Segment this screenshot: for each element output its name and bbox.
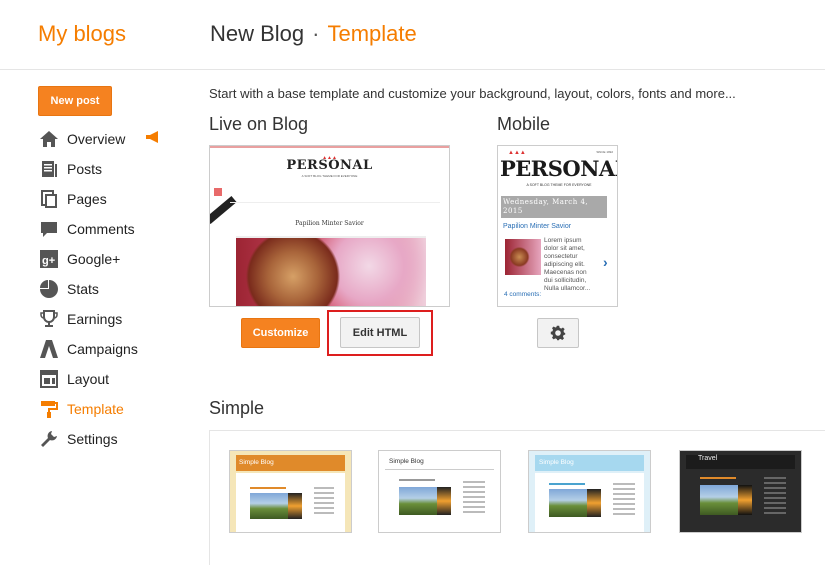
sidebar-item-label: Comments: [67, 221, 135, 237]
preview-logo: PERSONAL: [500, 156, 618, 181]
home-icon: [38, 128, 60, 150]
sidebar-item-label: Campaigns: [67, 341, 138, 357]
thumb-photo-lantern: [288, 493, 302, 519]
mobile-settings-button[interactable]: [537, 318, 579, 348]
customize-button[interactable]: Customize: [241, 318, 320, 348]
sidebar-item-template[interactable]: Template: [38, 394, 198, 424]
thumb-title: Travel: [698, 455, 718, 462]
breadcrumb-separator: ·: [312, 21, 320, 46]
sidebar-item-label: Earnings: [67, 311, 123, 327]
preview-teddy-bear-image: [236, 238, 426, 306]
header-bar: My blogs New Blog · Template: [0, 0, 825, 70]
sidebar-item-settings[interactable]: Settings: [38, 424, 198, 454]
preview-tagline: A SOFT BLOG THEME FOR EVERYONE: [301, 174, 358, 178]
intro-text: Start with a base template and customize…: [209, 86, 736, 101]
preview-date: Wednesday, March 4, 2015: [503, 198, 589, 215]
my-blogs-link[interactable]: My blogs: [38, 21, 126, 47]
sidebar-item-label: Template: [67, 401, 124, 417]
sidebar-item-comments[interactable]: Comments: [38, 214, 198, 244]
sidebar-item-label: Overview: [67, 131, 126, 147]
paint-roller-icon: [38, 398, 60, 420]
thumb-post-title: [250, 487, 286, 489]
sidebar-item-label: Layout: [67, 371, 110, 387]
preview-post-title: Papilion Minter Savior: [503, 223, 572, 230]
megaphone-icon[interactable]: [145, 130, 161, 146]
thumb-sidebar: [613, 483, 635, 517]
mobile-heading: Mobile: [497, 114, 551, 134]
live-on-blog-heading: Live on Blog: [209, 114, 309, 134]
sidebar-item-label: Google+: [67, 251, 121, 267]
thumb-sidebar: [314, 487, 334, 517]
thumb-photo-lantern: [437, 487, 451, 515]
sidebar-item-stats[interactable]: Stats: [38, 274, 198, 304]
thumb-photo-lantern: [738, 485, 752, 515]
blog-name[interactable]: New Blog: [210, 21, 304, 46]
thumb-sidebar: [764, 477, 786, 517]
preview-tagline: A SOFT BLOG THEME FOR EVERYONE: [526, 183, 592, 187]
edit-html-highlight: [327, 310, 433, 356]
new-post-button[interactable]: New post: [38, 86, 112, 116]
preview-divider: [230, 202, 440, 203]
preview-excerpt: Lorem ipsum dolor sit amet, consectetur …: [544, 237, 591, 292]
sidebar-nav: Overview Posts Pages Comments g+ Google+…: [38, 124, 198, 454]
breadcrumb: New Blog · Template: [210, 21, 417, 47]
thumb-sidebar: [463, 481, 485, 515]
sidebar-item-layout[interactable]: Layout: [38, 364, 198, 394]
simple-template-thumb-3[interactable]: Simple Blog: [528, 450, 651, 533]
sidebar-item-label: Posts: [67, 161, 103, 177]
trophy-icon: [38, 308, 60, 330]
gear-icon: [550, 325, 566, 341]
thumb-post-title: [700, 477, 736, 479]
thumb-title: Simple Blog: [539, 459, 574, 466]
thumb-photo-lantern: [587, 489, 601, 517]
simple-heading: Simple: [209, 398, 265, 418]
layout-icon: [38, 368, 60, 390]
comments-icon: [38, 218, 60, 240]
mobile-template-preview[interactable]: ▲▲▲ SINCE 1992 PERSONAL A SOFT BLOG THEM…: [497, 145, 618, 307]
sidebar-item-label: Pages: [67, 191, 107, 207]
sidebar-item-posts[interactable]: Posts: [38, 154, 198, 184]
thumb-post-title: [399, 479, 435, 481]
sidebar-item-campaigns[interactable]: Campaigns: [38, 334, 198, 364]
sidebar-item-google-plus[interactable]: g+ Google+: [38, 244, 198, 274]
simple-template-thumb-1[interactable]: Simple Blog: [229, 450, 352, 533]
pages-icon: [38, 188, 60, 210]
preview-since: SINCE 1992: [596, 150, 613, 154]
thumb-title: Simple Blog: [389, 458, 424, 465]
preview-menu-button: [214, 188, 222, 196]
thumb-title: Simple Blog: [239, 459, 274, 466]
sidebar-item-earnings[interactable]: Earnings: [38, 304, 198, 334]
preview-post-title: Papilion Minter Savior: [295, 220, 364, 227]
campaigns-icon: [38, 338, 60, 360]
live-template-preview[interactable]: ▲▲▲ PERSONAL A SOFT BLOG THEME FOR EVERY…: [209, 145, 450, 307]
chevron-right-icon[interactable]: ›: [603, 254, 608, 270]
svg-text:g+: g+: [42, 255, 55, 267]
posts-icon: [38, 158, 60, 180]
page-title: Template: [327, 21, 417, 46]
simple-template-thumb-4[interactable]: Travel: [679, 450, 802, 533]
google-plus-icon: g+: [38, 248, 60, 270]
thumb-post-title: [549, 483, 585, 485]
sidebar-item-label: Settings: [67, 431, 118, 447]
preview-comments: 4 comments:: [504, 291, 542, 298]
sidebar-item-pages[interactable]: Pages: [38, 184, 198, 214]
sidebar-item-label: Stats: [67, 281, 99, 297]
wrench-icon: [38, 428, 60, 450]
simple-template-thumb-2[interactable]: Simple Blog: [378, 450, 501, 533]
preview-teddy-thumbnail: [505, 239, 541, 275]
preview-top-border: [210, 146, 449, 148]
sidebar-item-overview[interactable]: Overview: [38, 124, 198, 154]
stats-icon: [38, 278, 60, 300]
preview-logo: PERSONAL: [286, 158, 373, 173]
